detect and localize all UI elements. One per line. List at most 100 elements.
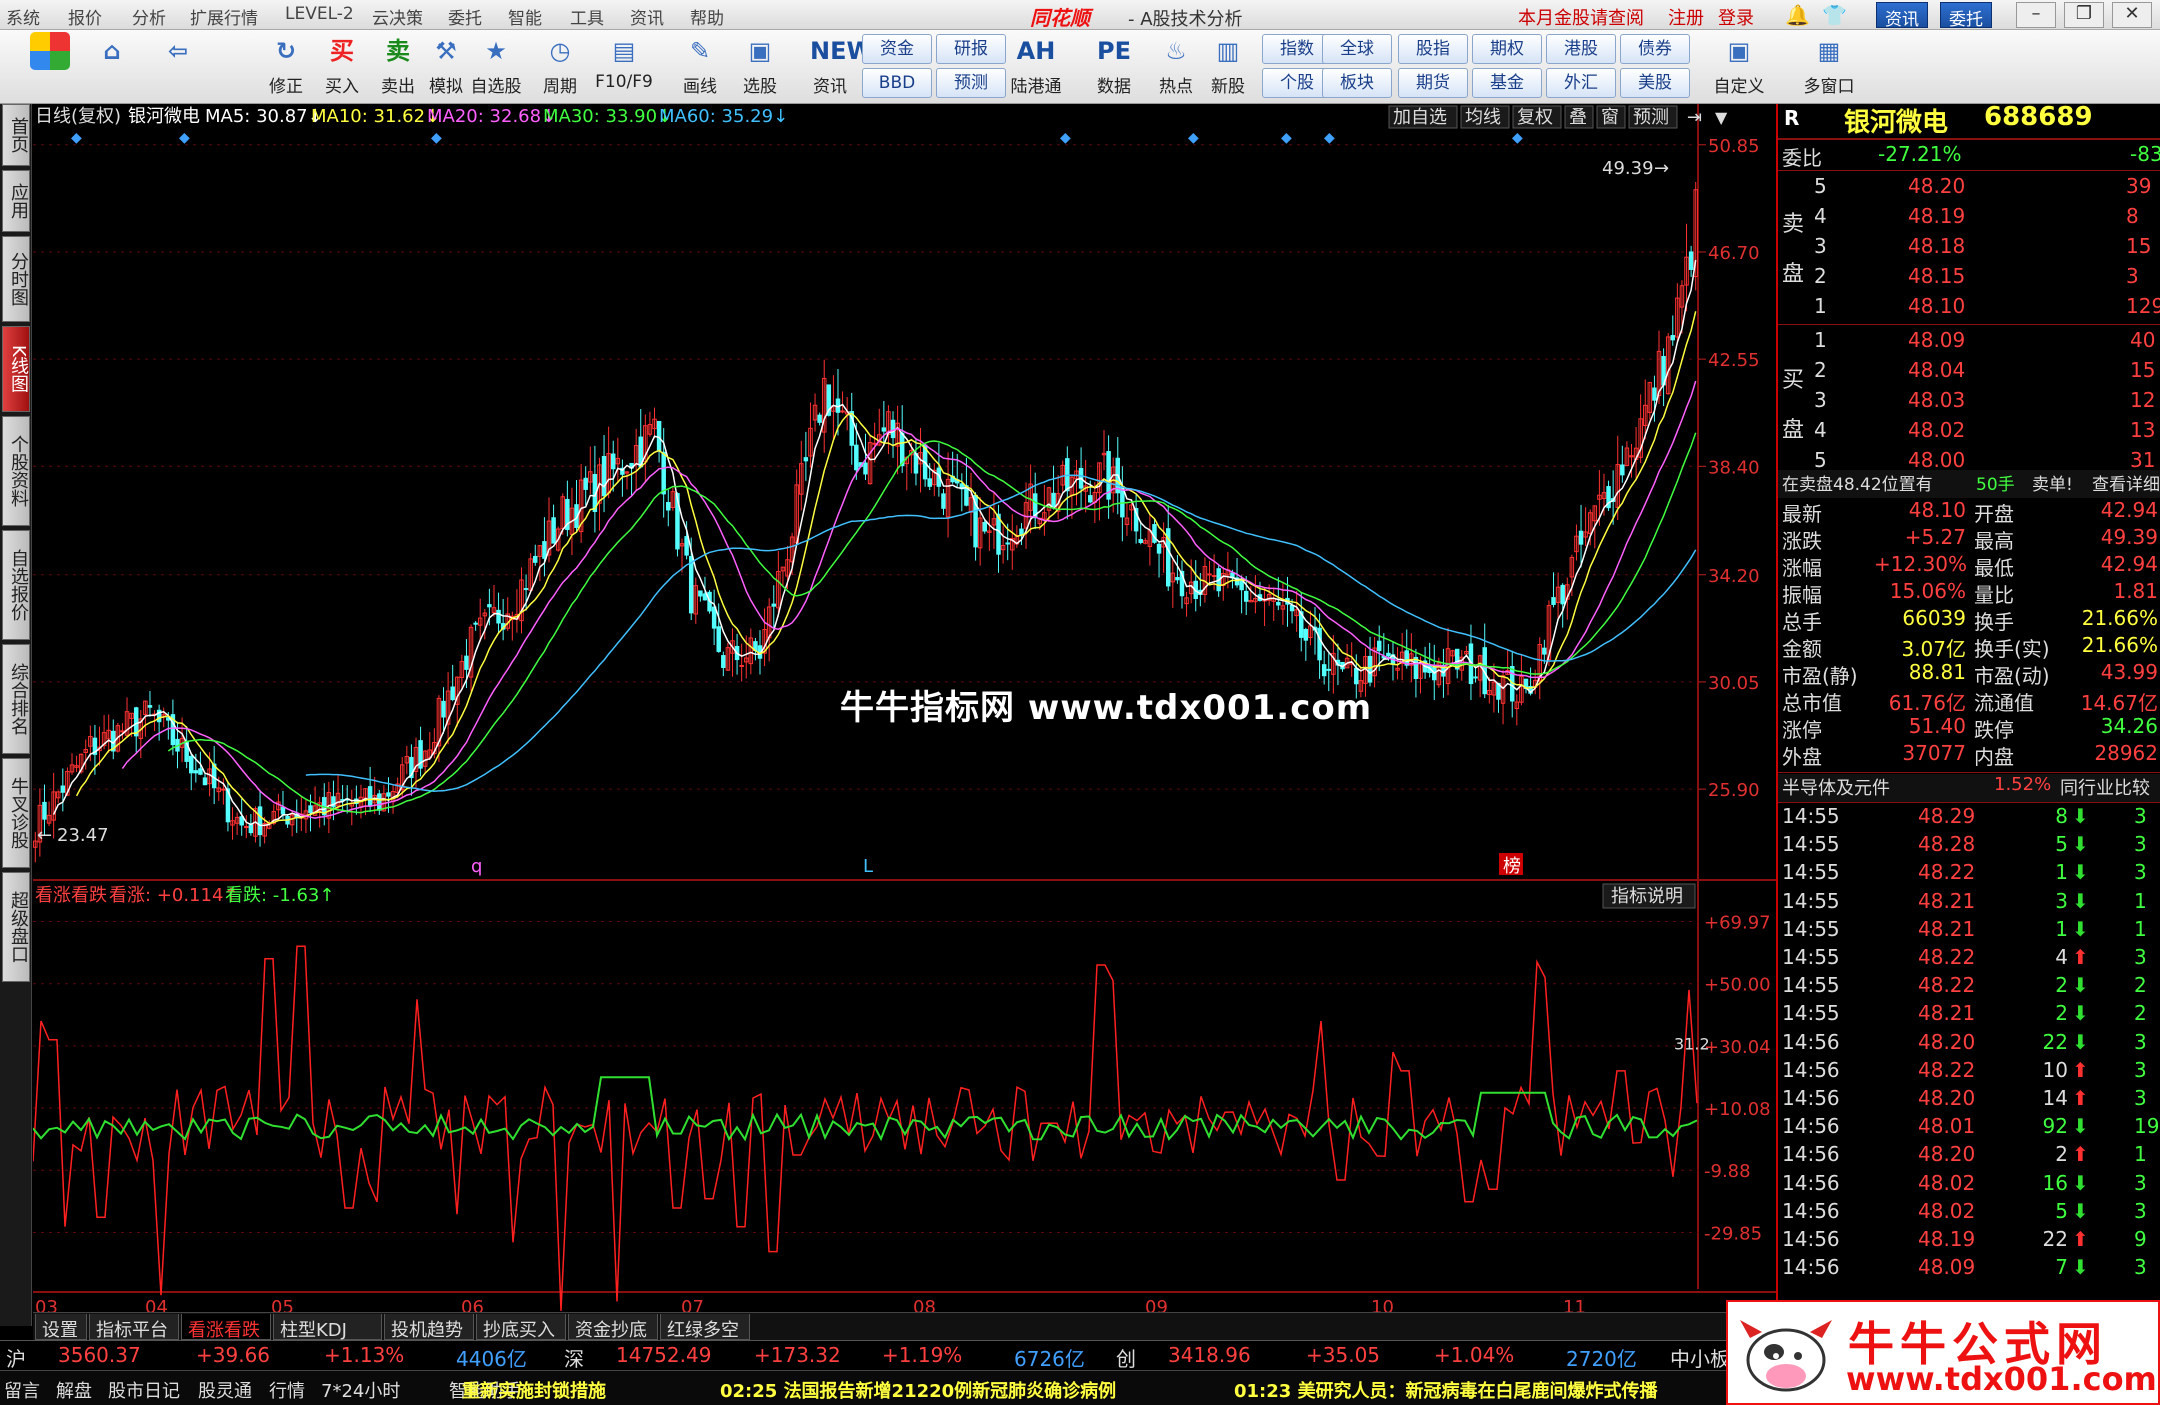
toolbar-back-arrow-button[interactable]: ⇦ [148,32,208,102]
bell-icon[interactable]: 🔔 [1785,3,1810,27]
left-tab-6[interactable]: 综合排名 [2,644,30,754]
chart-tool-button[interactable]: 均线 [1465,107,1501,128]
news-headline-3[interactable]: 01:23 美研究人员：新冠病毒在白尾鹿间爆炸式传播 [1234,1377,1658,1403]
chart-marker[interactable]: 榜 [1503,856,1521,877]
chart-tool-button[interactable]: 窗 [1601,107,1619,128]
index-tail[interactable]: 中小板 [1670,1343,1730,1372]
toolbar-small-7-bottom[interactable]: 美股 [1620,68,1690,98]
left-tab-7[interactable]: 牛叉诊股 [2,758,30,868]
menu-item-3[interactable]: 扩展行情 [190,4,258,29]
close-icon[interactable]: ✕ [2112,2,2152,28]
toolbar-home-button[interactable]: ⌂ [82,32,142,102]
left-tab-1[interactable]: 应用 [2,170,30,232]
menu-item-6[interactable]: 委托 [448,4,482,29]
chart-tool-button[interactable]: 预测 [1633,107,1669,128]
toolbar-buy-button[interactable]: 买买入 [312,32,372,102]
kline-chart-area[interactable]: 50.85 46.70 42.55 38.40 34.20 30.05 25.90 +69.9… [32,104,1776,1326]
menu-item-1[interactable]: 报价 [68,4,102,29]
sector-compare-button[interactable]: 同行业比较 [2060,774,2150,800]
event-diamond-icon[interactable]: ◆ [1060,130,1071,146]
toolbar-small-1-bottom[interactable]: 预测 [936,68,1006,98]
indicator-tab-1[interactable]: 指标平台 [89,1314,179,1341]
news-item-0[interactable]: 留言 [4,1377,40,1403]
toolbar-small-5-top[interactable]: 期权 [1472,34,1542,64]
left-tab-5[interactable]: 自选报价 [2,530,30,640]
menu-item-9[interactable]: 资讯 [630,4,664,29]
toolbar-small-0-bottom[interactable]: BBD [862,68,932,98]
restore-icon[interactable]: ❐ [2064,2,2104,28]
news-item-2[interactable]: 股市日记 [108,1377,180,1403]
menu-item-0[interactable]: 系统 [6,4,40,29]
left-tab-2[interactable]: 分时图 [2,236,30,322]
menu-item-2[interactable]: 分析 [132,4,166,29]
index-sh-0[interactable]: 沪 [6,1343,26,1372]
indicator-tab-3[interactable]: 柱型KDJ [273,1314,382,1341]
notice-detail-link[interactable]: 查看详细 [2092,470,2160,495]
toolbar-clock-button[interactable]: ◷ 周期 [530,32,590,102]
toolbar-right-1-button[interactable]: ▦ 多窗口 [1794,32,1864,102]
toolbar-pen-button[interactable]: ✎ 画线 [670,32,730,102]
chart-marker[interactable]: L [863,856,873,877]
menu-item-8[interactable]: 工具 [570,4,604,29]
left-tab-8[interactable]: 超级盘口 [2,872,30,982]
toolbar-small-3-bottom[interactable]: 板块 [1322,68,1392,98]
news-item-3[interactable]: 股灵通 [198,1377,252,1403]
toolbar-news-button[interactable]: NEWS 资讯 [800,32,890,102]
event-diamond-icon[interactable]: ◆ [179,130,190,146]
news-headline-1[interactable]: 重新实施封锁措施 [462,1377,606,1403]
toolbar-newstock-button[interactable]: ▥ 新股 [1198,32,1258,102]
event-diamond-icon[interactable]: ◆ [431,130,442,146]
index-cy-0[interactable]: 创 [1116,1343,1136,1372]
login-link[interactable]: 登录 [1718,4,1754,30]
indicator-tab-0[interactable]: 设置 [35,1314,87,1341]
ind-explain-button[interactable]: 指标说明 [1611,886,1683,907]
chart-tool-button[interactable]: 加自选 [1393,107,1447,128]
toolbar-small-6-top[interactable]: 港股 [1546,34,1616,64]
chart-marker[interactable]: q [471,856,482,877]
menu-item-7[interactable]: 智能 [508,4,542,29]
menu-item-10[interactable]: 帮助 [690,4,724,29]
toolbar-small-3-top[interactable]: 全球 [1322,34,1392,64]
indicator-tab-2[interactable]: 看涨看跌 [181,1314,271,1341]
toolbar-small-0-top[interactable]: 资金 [862,34,932,64]
dropdown-icon[interactable]: ▼ [1715,108,1728,127]
toolbar-right-0-button[interactable]: ▣ 自定义 [1704,32,1774,102]
indicator-tab-4[interactable]: 投机趋势 [384,1314,474,1341]
toolbar-small-4-top[interactable]: 股指 [1398,34,1468,64]
indicator-tab-7[interactable]: 红绿多空 [660,1314,750,1341]
toolbar-ah-button[interactable]: AH 陆港通 [1006,32,1066,102]
shirt-icon[interactable]: 👕 [1822,3,1847,27]
news-item-1[interactable]: 解盘 [56,1377,92,1403]
toolbar-refresh-button[interactable]: ↻ 修正 [256,32,316,102]
toolbar-grid-button[interactable] [20,32,80,102]
menu-item-5[interactable]: 云决策 [372,4,423,29]
indicator-tab-5[interactable]: 抄底买入 [476,1314,566,1341]
toolbar-hot-button[interactable]: ♨ 热点 [1146,32,1206,102]
event-diamond-icon[interactable]: ◆ [1324,130,1335,146]
news-top-button[interactable]: 资讯 [1876,2,1928,30]
event-diamond-icon[interactable]: ◆ [71,130,82,146]
register-link[interactable]: 注册 [1668,4,1704,30]
toolbar-small-7-top[interactable]: 债券 [1620,34,1690,64]
pin-icon[interactable]: ⇥ [1687,107,1702,128]
trade-top-button[interactable]: 委托 [1940,2,1992,30]
toolbar-screen-button[interactable]: ▣ 选股 [730,32,790,102]
event-diamond-icon[interactable]: ◆ [1512,130,1523,146]
toolbar-f10-button[interactable]: ▤ F10/F9 [594,32,654,102]
event-diamond-icon[interactable]: ◆ [1281,130,1292,146]
menu-item-4[interactable]: LEVEL-2 [285,4,354,24]
news-item-5[interactable]: 7*24小时 [321,1377,400,1403]
indicator-tab-6[interactable]: 资金抄底 [568,1314,658,1341]
minimize-icon[interactable]: – [2016,2,2056,28]
toolbar-small-6-bottom[interactable]: 外汇 [1546,68,1616,98]
left-tab-4[interactable]: 个股资料 [2,416,30,526]
left-tab-0[interactable]: 首页 [2,104,30,166]
toolbar-small-5-bottom[interactable]: 基金 [1472,68,1542,98]
index-sz-0[interactable]: 深 [564,1343,584,1372]
toolbar-small-4-bottom[interactable]: 期货 [1398,68,1468,98]
toolbar-pe-button[interactable]: PE 数据 [1084,32,1144,102]
toolbar-small-1-top[interactable]: 研报 [936,34,1006,64]
gold-stock-link[interactable]: 本月金股请查阅 [1518,4,1644,30]
chart-tool-button[interactable]: 复权 [1517,107,1553,128]
left-tab-3[interactable]: K线图 [2,326,30,412]
